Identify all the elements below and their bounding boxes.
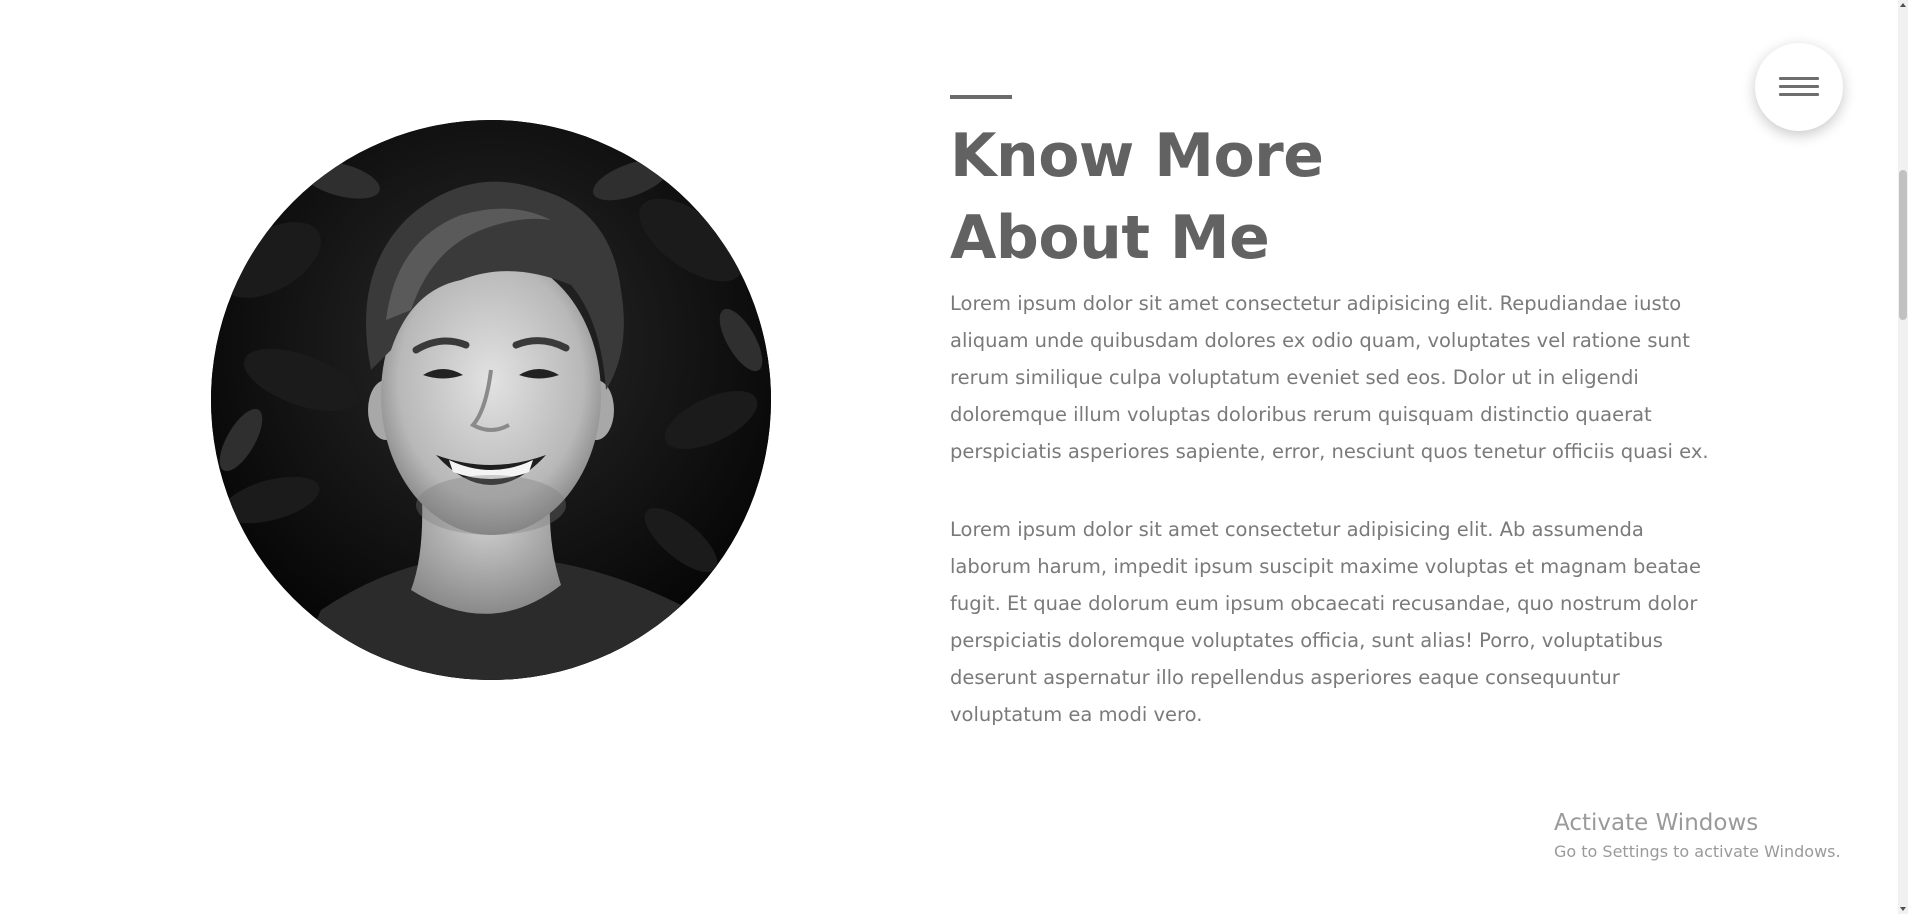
heading-line-2: About Me [950, 203, 1270, 273]
watermark-title: Activate Windows [1554, 810, 1759, 836]
section-heading: Know More About Me [950, 115, 1730, 279]
scroll-down-arrow-icon[interactable] [1900, 907, 1906, 911]
vertical-scrollbar[interactable] [1898, 0, 1908, 914]
activate-windows-watermark: Activate Windows Go to Settings to activ… [1554, 808, 1841, 864]
about-paragraph-2: Lorem ipsum dolor sit amet consectetur a… [950, 518, 1701, 726]
hamburger-menu-icon [1779, 73, 1819, 101]
about-section: Know More About Me Lorem ipsum dolor sit… [0, 0, 1898, 914]
profile-photo [211, 120, 771, 680]
heading-line-1: Know More [950, 121, 1324, 191]
heading-accent-line [950, 95, 1012, 99]
scroll-up-arrow-icon[interactable] [1900, 3, 1906, 7]
watermark-subtitle: Go to Settings to activate Windows. [1554, 842, 1841, 861]
about-paragraph-1: Lorem ipsum dolor sit amet consectetur a… [950, 292, 1709, 463]
page: Know More About Me Lorem ipsum dolor sit… [0, 0, 1908, 914]
about-text-block: Know More About Me Lorem ipsum dolor sit… [950, 95, 1730, 733]
scrollbar-thumb[interactable] [1899, 170, 1907, 320]
menu-button[interactable] [1755, 43, 1843, 131]
